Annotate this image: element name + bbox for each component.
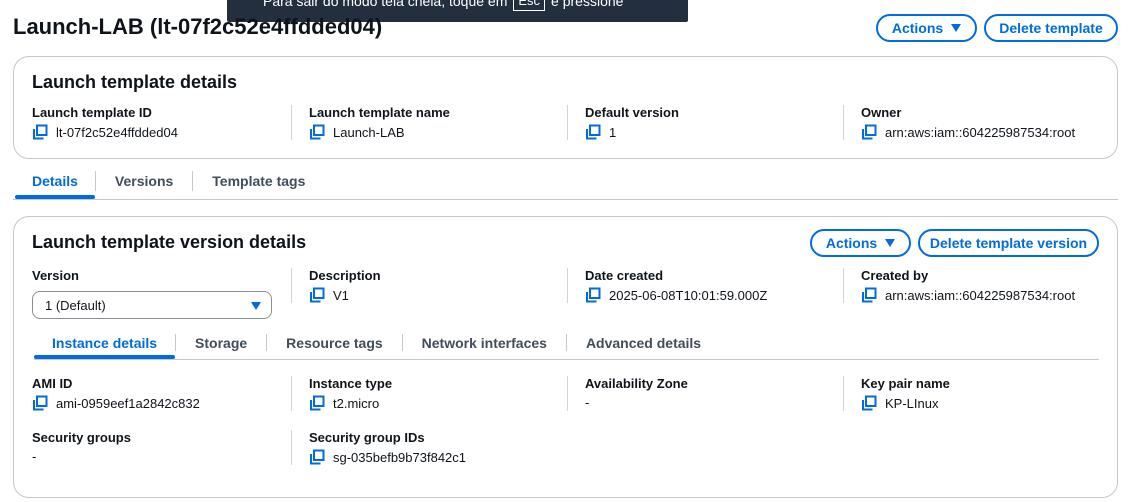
field-template-name: Launch template name Launch-LAB bbox=[309, 105, 450, 140]
divider bbox=[567, 376, 568, 411]
page-title: Launch-LAB (lt-07f2c52e4ffdded04) bbox=[13, 14, 383, 39]
version-details-card: Launch template version details Actions … bbox=[13, 216, 1118, 498]
field-label: Created by bbox=[861, 268, 929, 283]
card-title: Launch template details bbox=[32, 72, 238, 92]
field-label: Default version bbox=[585, 105, 679, 120]
field-value: arn:aws:iam::604225987534:root bbox=[885, 124, 1076, 140]
version-select[interactable]: 1 (Default) bbox=[32, 291, 272, 319]
field-value: t2.micro bbox=[333, 395, 380, 411]
template-tabs: Details Versions Template tags bbox=[15, 163, 324, 199]
field-label: Key pair name bbox=[861, 376, 950, 391]
copy-icon[interactable] bbox=[861, 287, 877, 303]
field-value: lt-07f2c52e4ffdded04 bbox=[56, 124, 178, 140]
field-value: 1 bbox=[609, 124, 617, 140]
toast-text-after: e pressione bbox=[551, 0, 624, 9]
field-value: - bbox=[32, 449, 37, 464]
tabs-underline bbox=[13, 199, 1118, 200]
caret-down-icon bbox=[951, 24, 962, 32]
copy-icon[interactable] bbox=[585, 287, 601, 303]
copy-icon[interactable] bbox=[309, 287, 325, 303]
field-instance-type: Instance type t2.micro bbox=[309, 376, 392, 411]
field-value: Launch-LAB bbox=[333, 124, 405, 140]
field-label: Version bbox=[32, 268, 79, 283]
field-ami-id: AMI ID ami-0959eef1a2842c832 bbox=[32, 376, 200, 411]
field-label: Security group IDs bbox=[309, 430, 425, 445]
copy-icon[interactable] bbox=[861, 395, 877, 411]
toast-text: Para sair do modo tela cheia, toque em bbox=[263, 0, 508, 9]
divider bbox=[843, 268, 844, 303]
field-value: arn:aws:iam::604225987534:root bbox=[885, 287, 1076, 303]
field-created-by: Created by arn:aws:iam::604225987534:roo… bbox=[861, 268, 1075, 303]
divider bbox=[567, 268, 568, 303]
delete-template-button[interactable]: Delete template bbox=[984, 14, 1118, 42]
divider bbox=[291, 268, 292, 303]
delete-version-label: Delete template version bbox=[929, 235, 1088, 251]
tab-advanced-details[interactable]: Advanced details bbox=[567, 326, 720, 359]
field-label: Description bbox=[309, 268, 381, 283]
card-title: Launch template version details bbox=[32, 232, 307, 252]
copy-icon[interactable] bbox=[309, 124, 325, 140]
tab-storage[interactable]: Storage bbox=[176, 326, 266, 359]
field-security-groups: Security groups - bbox=[32, 430, 131, 464]
field-label: Availability Zone bbox=[585, 376, 688, 391]
field-label: Owner bbox=[861, 105, 902, 120]
caret-down-icon bbox=[885, 239, 896, 247]
field-value: 2025-06-08T10:01:59.000Z bbox=[609, 287, 768, 303]
version-select-value: 1 (Default) bbox=[45, 297, 106, 313]
tab-versions[interactable]: Versions bbox=[96, 163, 192, 199]
esc-key-hint: Esc bbox=[513, 0, 546, 11]
field-security-group-ids: Security group IDs sg-035befb9b73f842c1 bbox=[309, 430, 466, 465]
field-default-version: Default version 1 bbox=[585, 105, 679, 140]
field-value: V1 bbox=[333, 287, 349, 303]
field-label: Instance type bbox=[309, 376, 393, 391]
field-value: KP-LInux bbox=[885, 395, 939, 411]
field-label: AMI ID bbox=[32, 376, 73, 391]
field-label: Security groups bbox=[32, 430, 131, 445]
version-actions-button[interactable]: Actions bbox=[810, 229, 911, 257]
divider bbox=[567, 105, 568, 140]
actions-button-label: Actions bbox=[891, 20, 944, 36]
actions-button[interactable]: Actions bbox=[876, 14, 977, 42]
field-value: ami-0959eef1a2842c832 bbox=[56, 395, 200, 411]
field-value: sg-035befb9b73f842c1 bbox=[333, 449, 467, 465]
field-description: Description V1 bbox=[309, 268, 381, 303]
subtabs-underline bbox=[34, 359, 1099, 360]
field-value: - bbox=[585, 395, 590, 410]
copy-icon[interactable] bbox=[32, 395, 48, 411]
field-owner: Owner arn:aws:iam::604225987534:root bbox=[861, 105, 1075, 140]
field-label: Date created bbox=[585, 268, 664, 283]
launch-template-details-card: Launch template details Launch template … bbox=[13, 56, 1118, 159]
version-subtabs: Instance details Storage Resource tags N… bbox=[34, 326, 720, 359]
tab-details[interactable]: Details bbox=[15, 163, 95, 199]
copy-icon[interactable] bbox=[32, 124, 48, 140]
delete-template-label: Delete template bbox=[999, 20, 1103, 36]
caret-down-icon bbox=[251, 302, 261, 310]
copy-icon[interactable] bbox=[309, 395, 325, 411]
field-label: Launch template name bbox=[309, 105, 450, 120]
field-availability-zone: Availability Zone - bbox=[585, 376, 688, 410]
divider bbox=[843, 376, 844, 411]
copy-icon[interactable] bbox=[309, 449, 325, 465]
actions-button-label: Actions bbox=[825, 235, 878, 251]
copy-icon[interactable] bbox=[861, 124, 877, 140]
field-key-pair-name: Key pair name KP-LInux bbox=[861, 376, 950, 411]
tab-resource-tags[interactable]: Resource tags bbox=[267, 326, 401, 359]
field-version: Version bbox=[32, 268, 79, 283]
tab-network-interfaces[interactable]: Network interfaces bbox=[403, 326, 566, 359]
divider bbox=[291, 376, 292, 411]
field-date-created: Date created 2025-06-08T10:01:59.000Z bbox=[585, 268, 767, 303]
delete-template-version-button[interactable]: Delete template version bbox=[918, 229, 1099, 257]
divider bbox=[291, 105, 292, 140]
tab-instance-details[interactable]: Instance details bbox=[34, 326, 176, 359]
field-template-id: Launch template ID lt-07f2c52e4ffdded04 bbox=[32, 105, 178, 140]
divider bbox=[291, 430, 292, 465]
divider bbox=[843, 105, 844, 140]
tab-template-tags[interactable]: Template tags bbox=[193, 163, 324, 199]
field-label: Launch template ID bbox=[32, 105, 152, 120]
copy-icon[interactable] bbox=[585, 124, 601, 140]
